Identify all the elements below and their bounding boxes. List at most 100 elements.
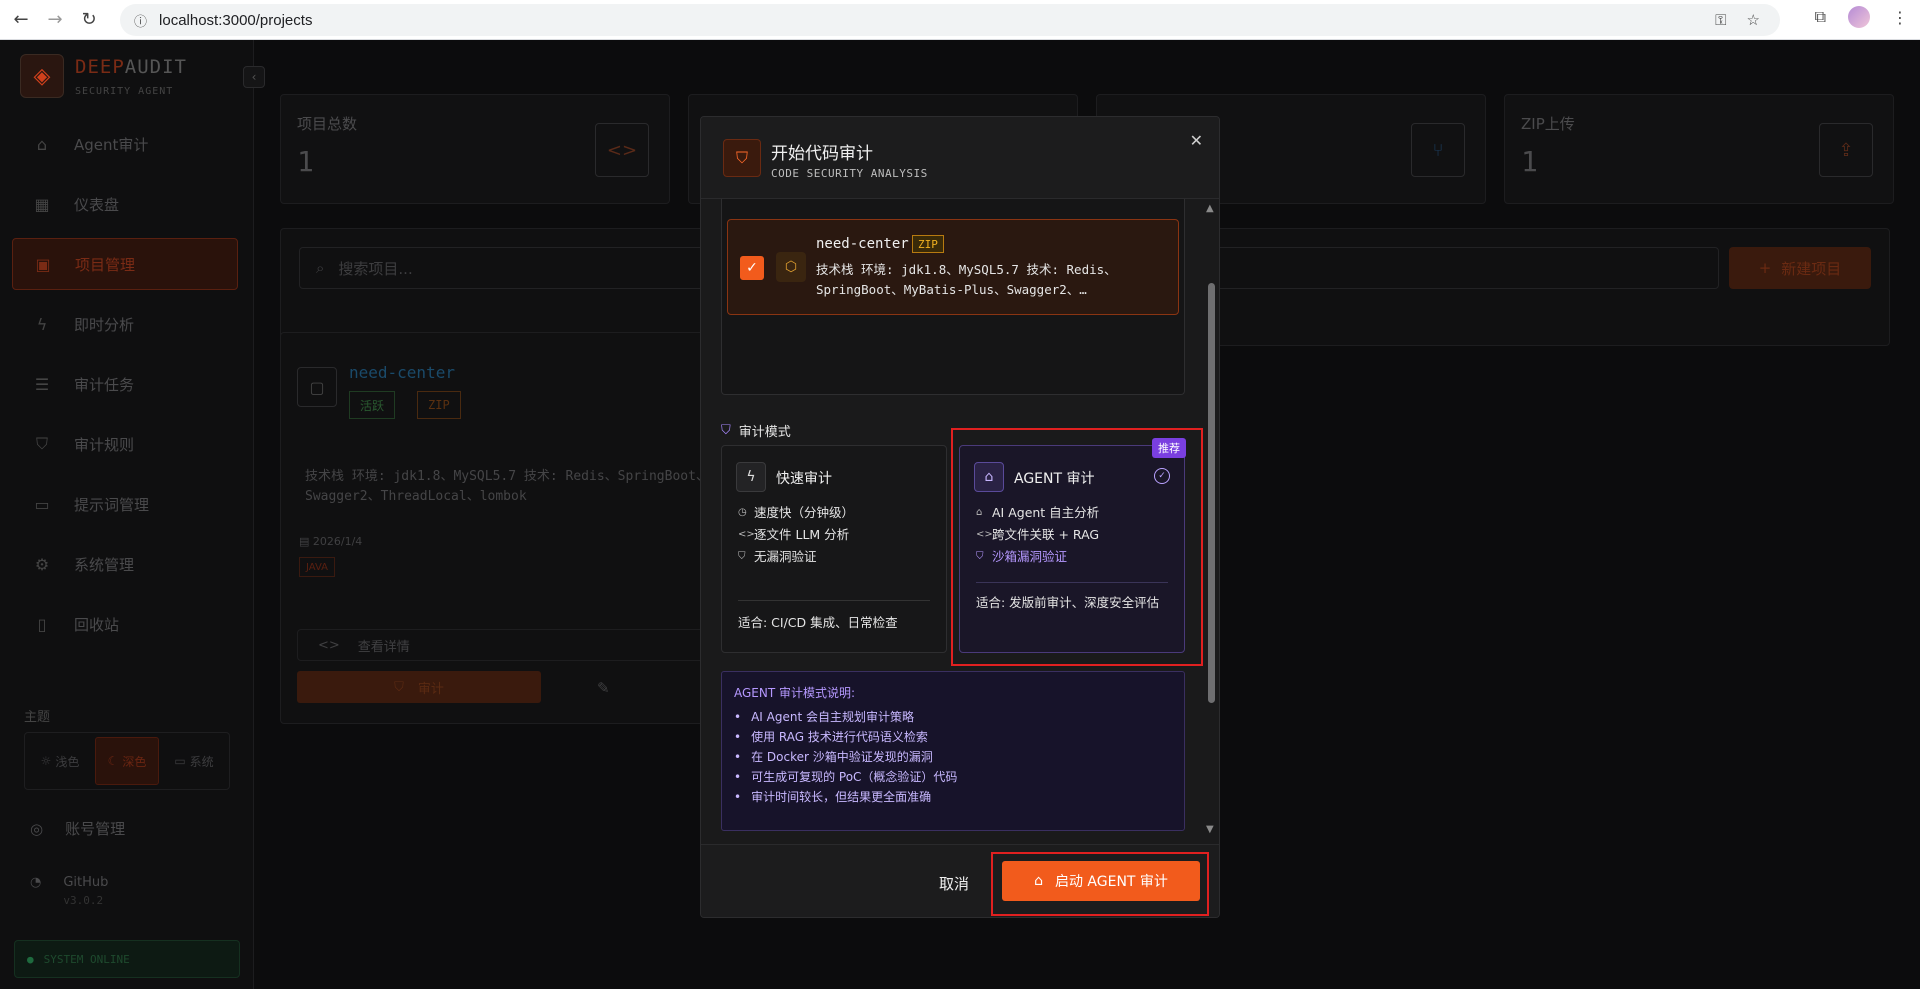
quick-audit-card[interactable]: ϟ 快速审计 ◷ 速度快（分钟级） <> 逐文件 LLM 分析 ⛉ 无漏洞验证 适合:… — [721, 445, 947, 653]
zip-badge: ZIP — [912, 235, 944, 253]
url-text: localhost:3000/projects — [159, 11, 313, 29]
sidebar-nav: ⌂ Agent审计 ▦ 仪表盘 ▣ 项目管理 ϟ 即时分析 ☰ 审计任务 ⛉ 审计规则 ▭ 提… — [12, 118, 238, 658]
list-item: AI Agent 会自主规划审计策略 — [734, 707, 1172, 727]
list-item: 使用 RAG 技术进行代码语义检索 — [734, 727, 1172, 747]
robot-icon: ⌂ — [974, 462, 1004, 492]
theme-light-option[interactable]: ☼ 浅色 — [29, 737, 91, 785]
dialog-scrollbar[interactable]: ▲ ▼ — [1205, 203, 1217, 835]
list-item: 可生成可复现的 PoC（概念验证）代码 — [734, 767, 1172, 787]
site-info-icon[interactable]: ⓘ — [134, 11, 147, 30]
dialog-footer: 取消 ⌂ 启动 AGENT 审计 — [701, 844, 1219, 917]
dashboard-icon: ▦ — [34, 194, 50, 214]
sidebar-item-github[interactable]: ◔ GitHub v3.0.2 — [30, 875, 108, 907]
shield-icon: ⛉ — [394, 679, 404, 695]
robot-icon: ⌂ — [976, 507, 983, 518]
address-bar[interactable]: ⓘ localhost:3000/projects ⚿ ☆ — [120, 4, 1780, 36]
clock-icon: ◷ — [738, 507, 747, 518]
sidebar: ◈ DEEPAUDIT SECURITY AGENT ‹ ⌂ Agent审计 ▦ 仪… — [0, 40, 265, 989]
sidebar-item-projects[interactable]: ▣ 项目管理 — [12, 238, 238, 290]
sidebar-item-account[interactable]: ◎ 账号管理 — [30, 818, 125, 839]
upload-icon: ⇪ — [1819, 123, 1873, 177]
quick-audit-title: 快速审计 — [776, 471, 832, 487]
agent-audit-fit: 适合: 发版前审计、深度安全评估 — [976, 595, 1160, 610]
dialog-title: 开始代码审计 — [771, 144, 873, 164]
sidebar-item-audit-tasks[interactable]: ☰ 审计任务 — [12, 358, 238, 410]
extensions-icon[interactable]: ⧉ — [1815, 7, 1826, 27]
sidebar-item-system[interactable]: ⚙ 系统管理 — [12, 538, 238, 590]
sidebar-item-dashboard[interactable]: ▦ 仪表盘 — [12, 178, 238, 230]
agent-mode-info: AGENT 审计模式说明: AI Agent 会自主规划审计策略 使用 RAG … — [721, 671, 1185, 831]
agent-audit-features: ⌂ AI Agent 自主分析 <> 跨文件关联 + RAG ⛉ 沙箱漏洞验证 — [976, 502, 1176, 568]
audit-button[interactable]: ⛉ 审计 — [297, 671, 541, 703]
collapse-sidebar-button[interactable]: ‹ — [243, 66, 265, 88]
user-circle-icon: ◎ — [30, 819, 44, 838]
theme-switcher: ☼ 浅色 ☾ 深色 ▭ 系统 — [24, 732, 230, 790]
theme-system-option[interactable]: ▭ 系统 — [163, 737, 225, 785]
sidebar-item-prompts[interactable]: ▭ 提示词管理 — [12, 478, 238, 530]
quick-audit-fit: 适合: CI/CD 集成、日常检查 — [738, 615, 898, 630]
shield-icon: ⛉ — [976, 551, 984, 562]
project-name[interactable]: need-center — [349, 363, 455, 382]
sidebar-item-instant-analysis[interactable]: ϟ 即时分析 — [12, 298, 238, 350]
robot-icon: ⌂ — [1034, 873, 1043, 889]
folder-icon: ▢ — [297, 367, 337, 407]
stat-card-total: 项目总数 1 <> — [280, 94, 670, 204]
agent-audit-card[interactable]: 推荐 ⌂ AGENT 审计 ✓ ⌂ AI Agent 自主分析 <> 跨文件关联 +… — [959, 438, 1186, 653]
agent-audit-title: AGENT 审计 — [1014, 471, 1095, 487]
moon-icon: ☾ — [107, 754, 119, 768]
zap-icon: ϟ — [36, 314, 48, 334]
browser-toolbar: ← → ↻ ⓘ localhost:3000/projects ⚿ ☆ ⧉ ⋮ — [0, 0, 1920, 40]
project-date: ▤ 2026/1/4 — [299, 535, 363, 548]
sidebar-item-audit-rules[interactable]: ⛉ 审计规则 — [12, 418, 238, 470]
theme-dark-option[interactable]: ☾ 深色 — [95, 737, 159, 785]
scroll-up-icon[interactable]: ▲ — [1206, 203, 1214, 214]
search-icon: ⌕ — [316, 259, 325, 277]
language-badge: JAVA — [299, 557, 336, 577]
zap-icon: ϟ — [736, 462, 766, 492]
back-icon[interactable]: ← — [8, 7, 34, 33]
list-item: 在 Docker 沙箱中验证发现的漏洞 — [734, 747, 1172, 767]
type-badge: ZIP — [417, 391, 461, 419]
reload-icon[interactable]: ↻ — [76, 7, 102, 33]
shield-icon: ⛉ — [723, 139, 761, 177]
start-audit-dialog: ⛉ 开始代码审计 CODE SECURITY ANALYSIS ✕ ✓ ⬡ ne… — [700, 116, 1220, 918]
selected-check-icon: ✓ — [1154, 468, 1170, 484]
sidebar-item-trash[interactable]: ▯ 回收站 — [12, 598, 238, 650]
star-icon[interactable]: ☆ — [1747, 11, 1760, 29]
code-icon: <> — [738, 529, 755, 540]
edit-icon[interactable]: ✎ — [597, 679, 610, 697]
quick-audit-features: ◷ 速度快（分钟级） <> 逐文件 LLM 分析 ⛉ 无漏洞验证 — [738, 502, 938, 568]
close-icon[interactable]: ✕ — [1190, 131, 1203, 150]
brand-name: DEEPAUDIT — [75, 56, 187, 78]
folder-code-icon: ▣ — [35, 254, 51, 274]
code-icon: <> — [595, 123, 649, 177]
status-dot-icon: ● — [27, 952, 34, 966]
project-option-desc: 技术栈 环境: jdk1.8、MySQL5.7 技术: Redis、Spring… — [816, 262, 1117, 297]
checkbox-checked[interactable]: ✓ — [740, 256, 764, 280]
plus-icon: + — [1758, 259, 1772, 277]
forward-icon[interactable]: → — [42, 7, 68, 33]
monitor-icon: ▭ — [174, 754, 186, 768]
start-agent-audit-button[interactable]: ⌂ 启动 AGENT 审计 — [1002, 861, 1200, 901]
scroll-down-icon[interactable]: ▼ — [1206, 824, 1214, 835]
scroll-thumb[interactable] — [1208, 283, 1215, 703]
robot-icon: ⌂ — [36, 134, 48, 154]
recommended-badge: 推荐 — [1152, 438, 1186, 458]
key-icon[interactable]: ⚿ — [1715, 12, 1726, 29]
system-status-badge: ● SYSTEM ONLINE — [14, 940, 240, 978]
menu-icon[interactable]: ⋮ — [1892, 8, 1908, 27]
new-project-button[interactable]: + 新建项目 — [1729, 247, 1871, 289]
theme-label: 主题 — [24, 710, 51, 725]
git-branch-icon: ⑂ — [1411, 123, 1465, 177]
dialog-body[interactable]: ✓ ⬡ need-center ZIP 技术栈 环境: jdk1.8、MySQL… — [701, 199, 1201, 839]
dialog-subtitle: CODE SECURITY ANALYSIS — [771, 167, 928, 180]
profile-avatar[interactable] — [1848, 6, 1870, 28]
brand-subtitle: SECURITY AGENT — [75, 86, 174, 97]
project-select-list[interactable]: ✓ ⬡ need-center ZIP 技术栈 环境: jdk1.8、MySQL… — [721, 199, 1185, 395]
config-section-label: 配置 — [721, 837, 745, 839]
project-option-selected[interactable]: ✓ ⬡ need-center ZIP 技术栈 环境: jdk1.8、MySQL… — [727, 219, 1179, 315]
sidebar-item-agent-audit[interactable]: ⌂ Agent审计 — [12, 118, 238, 170]
shield-icon: ⛉ — [35, 434, 48, 453]
dialog-header: ⛉ 开始代码审计 CODE SECURITY ANALYSIS ✕ — [701, 117, 1219, 199]
cancel-button[interactable]: 取消 — [939, 873, 969, 894]
